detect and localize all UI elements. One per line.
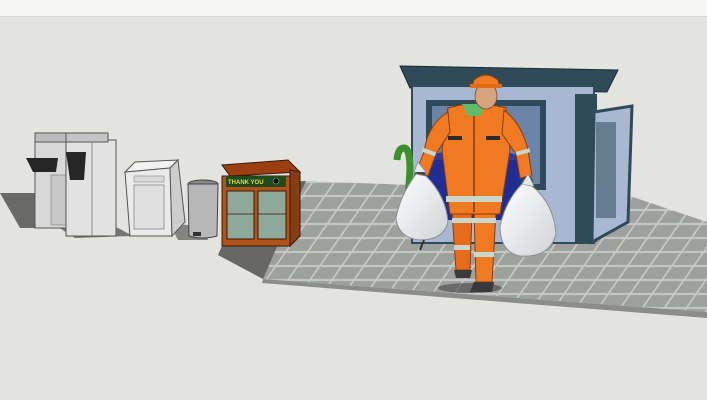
white-cabinet-bin bbox=[123, 158, 186, 238]
pedal-bin bbox=[187, 179, 219, 239]
window-top-bar bbox=[0, 0, 707, 17]
recycling-bin: THANK YOU bbox=[221, 159, 302, 248]
pedestal-bin-right bbox=[65, 132, 117, 237]
render-scene: THANK YOU bbox=[0, 65, 707, 318]
bin-sign-text: THANK YOU bbox=[228, 180, 264, 186]
